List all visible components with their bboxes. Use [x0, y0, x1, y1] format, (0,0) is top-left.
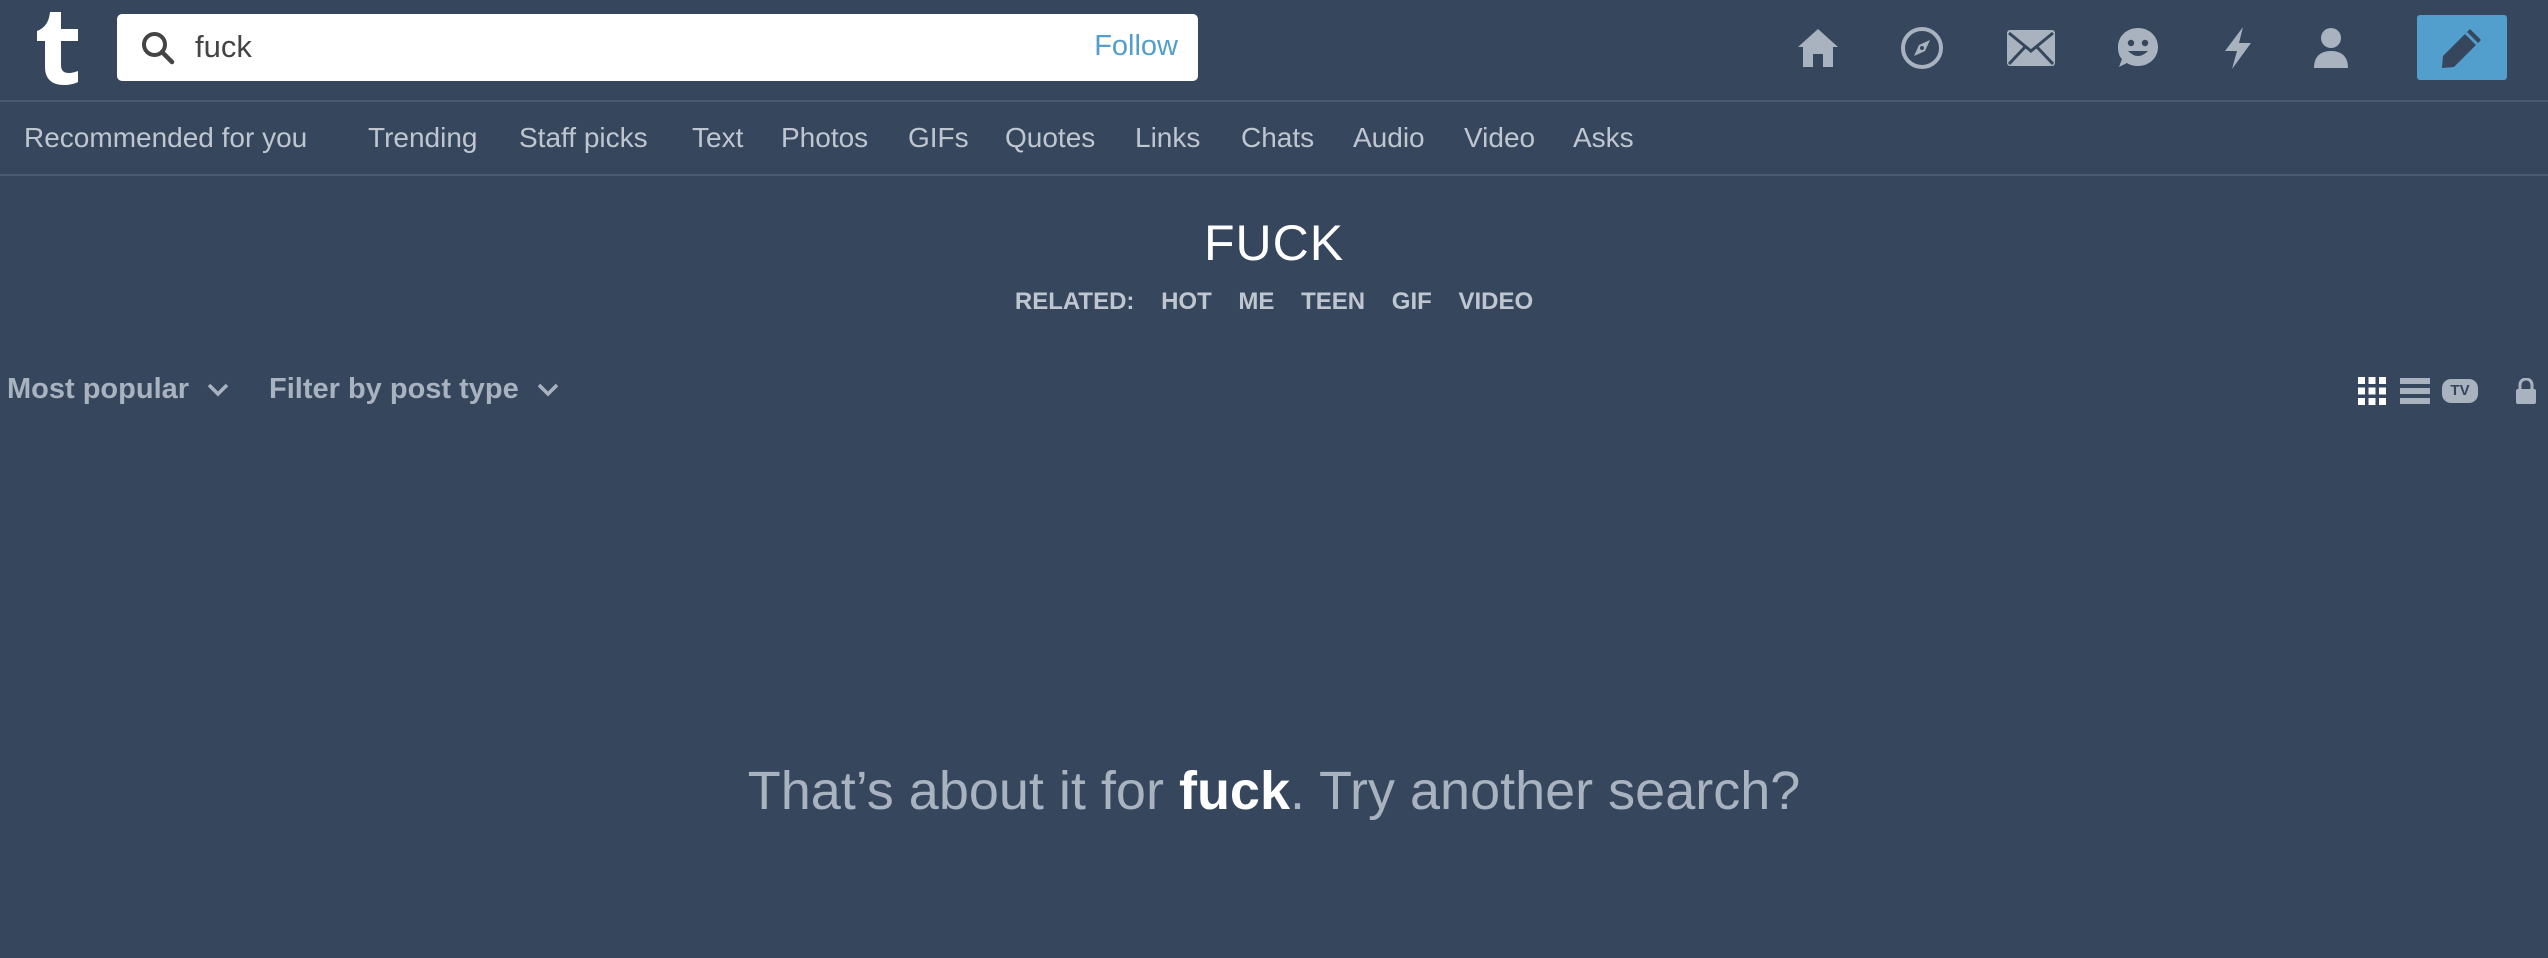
empty-message-suffix: . Try another search?: [1290, 761, 1801, 821]
related-tag[interactable]: VIDEO: [1458, 288, 1533, 315]
lock-icon[interactable]: [2516, 375, 2536, 407]
tab-recommended[interactable]: Recommended for you: [24, 122, 307, 154]
tab-text[interactable]: Text: [692, 122, 743, 154]
tab-staff-picks[interactable]: Staff picks: [519, 122, 648, 154]
chevron-down-icon: [207, 383, 229, 396]
empty-message-prefix: That’s about it for: [747, 761, 1179, 821]
empty-results-message: That’s about it for fuck. Try another se…: [0, 760, 2548, 822]
search-icon[interactable]: [141, 31, 175, 65]
tab-photos[interactable]: Photos: [781, 122, 868, 154]
tab-gifs[interactable]: GIFs: [908, 122, 969, 154]
activity-icon[interactable]: [2210, 20, 2266, 76]
tumblr-logo[interactable]: [36, 10, 84, 86]
chevron-down-icon: [537, 383, 559, 396]
follow-button[interactable]: Follow: [1094, 30, 1178, 63]
account-icon[interactable]: [2303, 20, 2359, 76]
tv-label: TV: [2450, 382, 2470, 399]
post-type-dropdown[interactable]: Filter by post type: [269, 373, 559, 406]
related-tag[interactable]: ME: [1238, 288, 1274, 315]
messaging-icon[interactable]: [2110, 20, 2166, 76]
home-icon[interactable]: [1790, 20, 1846, 76]
explore-icon[interactable]: [1894, 20, 1950, 76]
related-label: RELATED:: [1014, 288, 1135, 315]
related-tag[interactable]: GIF: [1392, 288, 1432, 315]
tab-trending[interactable]: Trending: [368, 122, 477, 154]
related-tag[interactable]: HOT: [1161, 288, 1212, 315]
compose-button[interactable]: [2417, 15, 2507, 80]
tab-audio[interactable]: Audio: [1353, 122, 1425, 154]
tab-quotes[interactable]: Quotes: [1005, 122, 1095, 154]
search-term: fuck: [1178, 761, 1291, 821]
explore-tabs: Recommended for you Trending Staff picks…: [0, 102, 2548, 176]
post-type-label: Filter by post type: [269, 373, 519, 405]
related-tags: RELATED: HOT ME TEEN GIF VIDEO: [0, 288, 2548, 316]
top-bar: Follow: [0, 0, 2548, 102]
tab-chats[interactable]: Chats: [1241, 122, 1314, 154]
inbox-icon[interactable]: [2003, 20, 2059, 76]
related-tag[interactable]: TEEN: [1301, 288, 1365, 315]
page-title: FUCK: [1203, 215, 1345, 271]
grid-view-icon[interactable]: [2358, 375, 2386, 407]
sort-dropdown[interactable]: Most popular: [7, 373, 229, 406]
tab-links[interactable]: Links: [1135, 122, 1200, 154]
sort-label: Most popular: [7, 373, 190, 405]
pencil-icon: [2442, 28, 2481, 68]
search-box: Follow: [117, 14, 1198, 81]
tab-asks[interactable]: Asks: [1573, 122, 1634, 154]
tv-view-icon[interactable]: TV: [2442, 375, 2478, 407]
tab-video[interactable]: Video: [1464, 122, 1535, 154]
search-input[interactable]: [195, 22, 995, 72]
list-view-icon[interactable]: [2400, 375, 2430, 407]
